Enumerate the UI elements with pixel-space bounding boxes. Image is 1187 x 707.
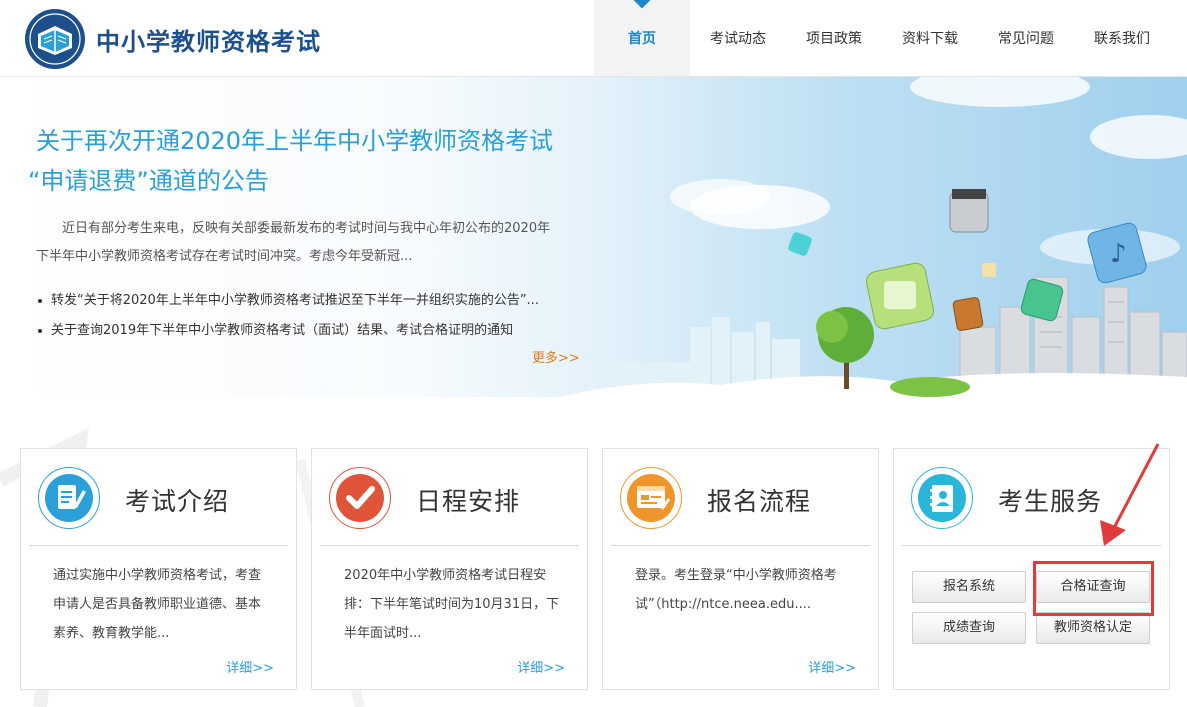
main-nav: 首页 考试动态 项目政策 资料下载 常见问题 联系我们 (594, 0, 1170, 76)
nav-exam-news[interactable]: 考试动态 (690, 0, 786, 76)
svg-text:♪: ♪ (1110, 239, 1127, 269)
document-edit-icon (45, 474, 93, 522)
card-title[interactable]: 日程安排 (416, 482, 520, 518)
list-item[interactable]: 转发“关于将2020年上半年中小学教师资格考试推迟至下半年一并组织实施的公告”.… (38, 286, 598, 316)
card-schedule: 日程安排 2020年中小学教师资格考试日程安排：下半年笔试时间为10月31日，下… (311, 448, 588, 690)
services-icon-wrap (911, 467, 973, 529)
registration-system-button[interactable]: 报名系统 (912, 571, 1026, 603)
nav-faq[interactable]: 常见问题 (978, 0, 1074, 76)
schedule-icon-wrap (329, 467, 391, 529)
exam-intro-icon-wrap (38, 467, 100, 529)
detail-link[interactable]: 详细>> (517, 657, 565, 676)
floating-cube-gray (949, 189, 989, 233)
headline-line-1[interactable]: 关于再次开通2020年上半年中小学教师资格考试 (36, 121, 596, 161)
headline-line-2[interactable]: “申请退费”通道的公告 (28, 161, 596, 201)
hero-banner: ♪ 关于再次开通2020年上半年中小学教师资格考试 “申请退费”通道的公告 近日… (0, 77, 1187, 397)
checkmark-icon (336, 474, 384, 522)
card-body: 通过实施中小学教师资格考试，考查申请人是否具备教师职业道德、基本素养、教育教学能… (53, 568, 262, 641)
card-exam-intro: 考试介绍 通过实施中小学教师资格考试，考查申请人是否具备教师职业道德、基本素养、… (20, 448, 297, 690)
bullet-icon (38, 328, 42, 333)
divider (29, 545, 288, 546)
site-header: 中小学教师资格考试 首页 考试动态 项目政策 资料下载 常见问题 联系我们 (0, 0, 1187, 77)
headline[interactable]: 关于再次开通2020年上半年中小学教师资格考试 “申请退费”通道的公告 (28, 121, 596, 201)
more-link[interactable]: 更多>> (532, 347, 580, 366)
nav-policy[interactable]: 项目政策 (786, 0, 882, 76)
card-body: 登录。考生登录“中小学教师资格考试”（http://ntce.neea.edu.… (635, 568, 837, 612)
ntce-logo-icon[interactable] (24, 8, 86, 70)
nav-downloads[interactable]: 资料下载 (882, 0, 978, 76)
detail-link[interactable]: 详细>> (226, 657, 274, 676)
teacher-certification-button[interactable]: 教师资格认定 (1036, 612, 1150, 644)
card-title[interactable]: 考试介绍 (125, 482, 229, 518)
news-link[interactable]: 转发“关于将2020年上半年中小学教师资格考试推迟至下半年一并组织实施的公告”.… (51, 293, 539, 308)
list-item[interactable]: 关于查询2019年下半年中小学教师资格考试（面试）结果、考试合格证明的通知 (38, 316, 598, 346)
score-query-button[interactable]: 成绩查询 (912, 612, 1026, 644)
card-title[interactable]: 考生服务 (998, 482, 1102, 518)
registration-icon-wrap (620, 467, 682, 529)
card-registration: 报名流程 登录。考生登录“中小学教师资格考试”（http://ntce.neea… (602, 448, 879, 690)
form-window-icon (627, 474, 675, 522)
divider (611, 545, 870, 546)
news-list: 转发“关于将2020年上半年中小学教师资格考试推迟至下半年一并组织实施的公告”.… (38, 286, 598, 346)
contact-book-icon (918, 474, 966, 522)
highlight-annotation-box (1033, 561, 1154, 616)
bullet-icon (38, 298, 42, 303)
news-summary: 近日有部分考生来电，反映有关部委最新发布的考试时间与我中心年初公布的2020年下… (36, 221, 551, 264)
nav-contact[interactable]: 联系我们 (1074, 0, 1170, 76)
card-body: 2020年中小学教师资格考试日程安排：下半年笔试时间为10月31日，下半年面试时… (344, 568, 560, 641)
site-title[interactable]: 中小学教师资格考试 (96, 22, 321, 57)
card-title[interactable]: 报名流程 (707, 482, 811, 518)
detail-link[interactable]: 详细>> (808, 657, 856, 676)
divider (320, 545, 579, 546)
nav-home[interactable]: 首页 (594, 0, 690, 76)
red-arrow-icon (1100, 443, 1160, 546)
news-link[interactable]: 关于查询2019年下半年中小学教师资格考试（面试）结果、考试合格证明的通知 (51, 323, 513, 338)
